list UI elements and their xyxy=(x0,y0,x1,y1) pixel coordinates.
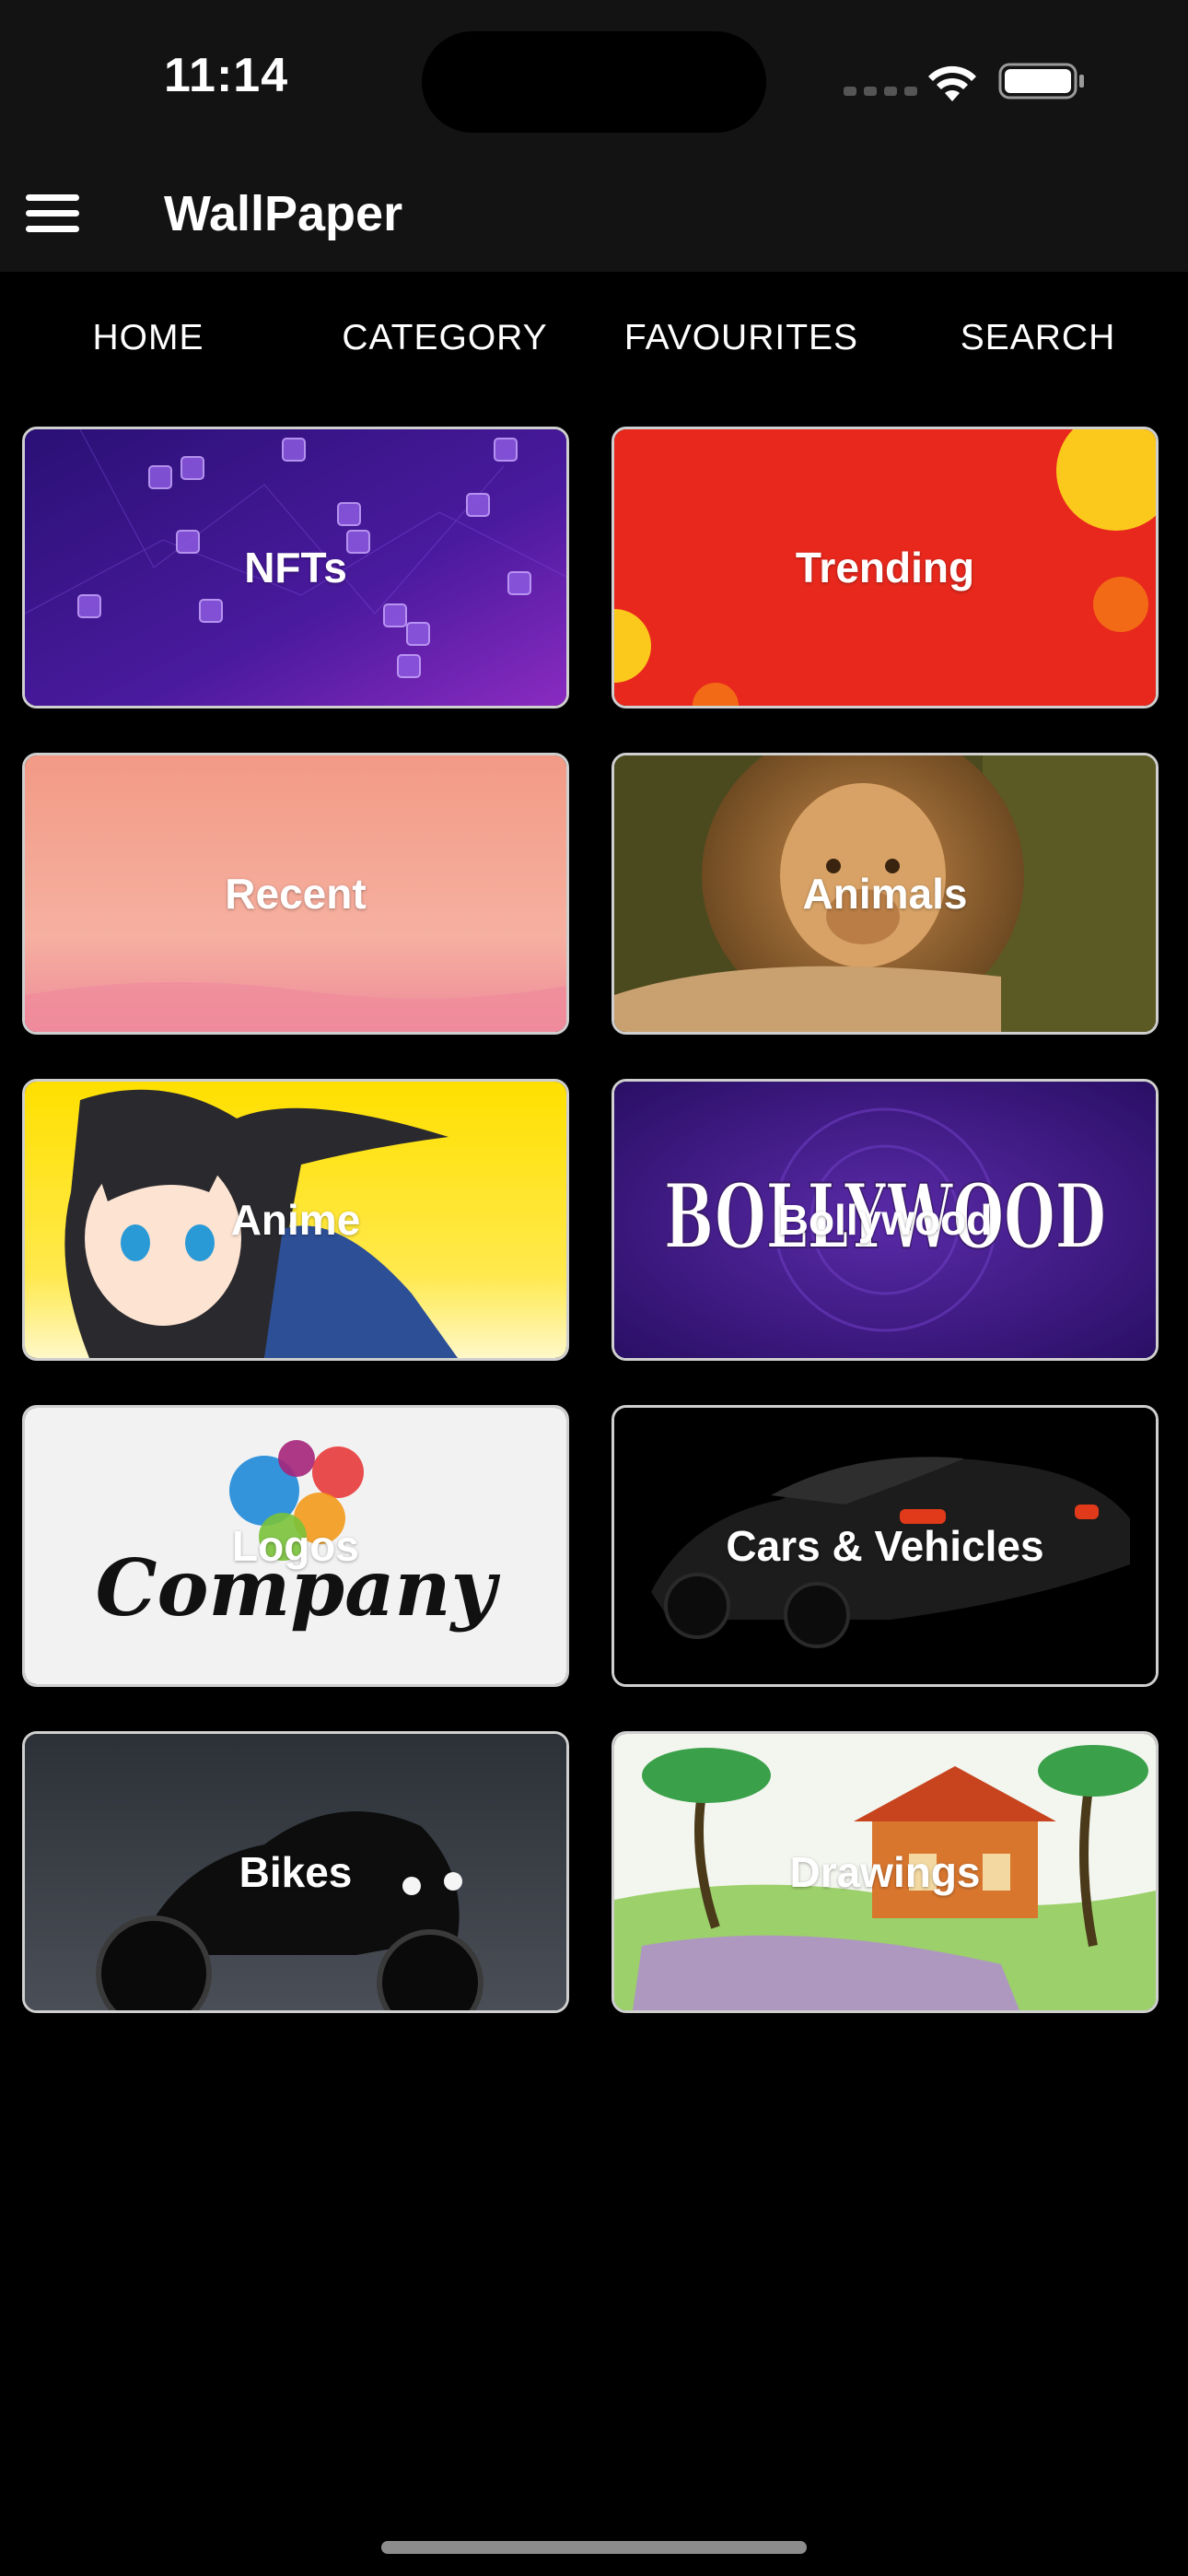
category-label: Animals xyxy=(802,870,968,918)
app-bar: WallPaper xyxy=(0,161,1188,272)
dynamic-island xyxy=(422,31,766,133)
category-label: Bollywood xyxy=(777,1196,993,1244)
wifi-icon xyxy=(928,65,976,101)
tab-bar: HOME CATEGORY FAVOURITES SEARCH xyxy=(0,272,1188,401)
app-title: WallPaper xyxy=(164,186,403,241)
category-card-bollywood[interactable]: BOLLYWOOD Bollywood xyxy=(611,1079,1159,1361)
tab-category[interactable]: CATEGORY xyxy=(297,318,593,358)
category-card-nfts[interactable]: NFTs xyxy=(22,427,569,708)
category-label: Bikes xyxy=(239,1848,353,1896)
tab-search[interactable]: SEARCH xyxy=(890,318,1186,358)
category-card-recent[interactable]: Recent xyxy=(22,753,569,1035)
category-label: Recent xyxy=(225,870,367,918)
status-time: 11:14 xyxy=(164,49,289,102)
status-bar: 11:14 xyxy=(0,0,1188,161)
category-label: Drawings xyxy=(789,1848,981,1896)
category-card-trending[interactable]: Trending xyxy=(611,427,1159,708)
category-card-animals[interactable]: Animals xyxy=(611,753,1159,1035)
tab-home[interactable]: HOME xyxy=(0,318,297,358)
category-card-logos[interactable]: Company Logos xyxy=(22,1405,569,1687)
hamburger-menu-icon[interactable] xyxy=(26,189,79,237)
category-label: Logos xyxy=(232,1522,359,1570)
category-label: Cars & Vehicles xyxy=(726,1522,1044,1570)
category-card-drawings[interactable]: Drawings xyxy=(611,1731,1159,2013)
tab-favourites[interactable]: FAVOURITES xyxy=(593,318,890,358)
category-label: NFTs xyxy=(244,544,347,591)
category-label: Anime xyxy=(230,1196,361,1244)
signal-icon xyxy=(844,87,917,96)
battery-icon xyxy=(998,63,1084,100)
category-label: Trending xyxy=(795,544,975,591)
category-card-anime[interactable]: Anime xyxy=(22,1079,569,1361)
category-card-cars-vehicles[interactable]: Cars & Vehicles xyxy=(611,1405,1159,1687)
home-indicator[interactable] xyxy=(381,2541,807,2554)
category-card-bikes[interactable]: Bikes xyxy=(22,1731,569,2013)
